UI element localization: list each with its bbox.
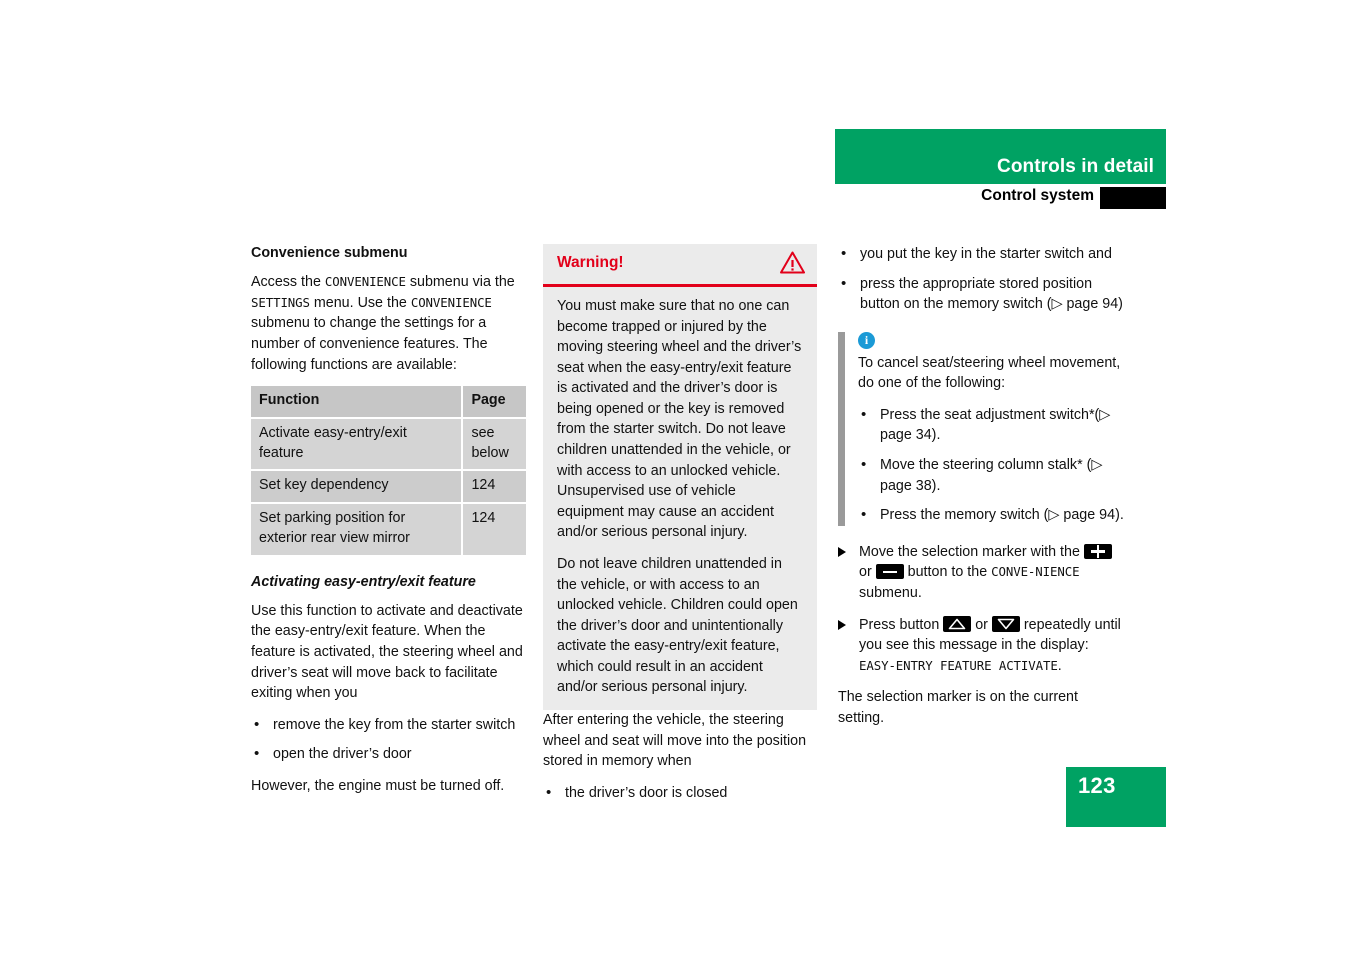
column-header-page: Page (461, 386, 526, 419)
intro-text-2: submenu via the (405, 274, 515, 291)
selection-marker-note: The selection marker is on the current s… (838, 689, 1078, 726)
step-move-selection-marker: Move the selection marker with the or bu… (838, 542, 1128, 604)
header-banner: Controls in detail (835, 129, 1166, 184)
down-arrow-button-icon (991, 615, 1020, 632)
info-side-bar (838, 331, 845, 526)
list-item: Move the steering column stalk* (▷ page … (858, 454, 1128, 496)
list-item: press the appropriate stored position bu… (838, 273, 1128, 315)
settings-menu-token: SETTINGS (251, 294, 310, 310)
step1-text-1: Move the selection marker with the (859, 543, 1084, 560)
warning-header: Warning! (543, 244, 817, 287)
warning-triangle-icon (780, 251, 805, 274)
list-item: open the driver’s door (251, 743, 526, 765)
info-circle-icon: i (858, 331, 875, 349)
display-message-token: EASY-ENTRY FEATURE ACTIVATE (859, 657, 1058, 673)
info-note-box: i To cancel seat/steering wheel movement… (838, 331, 1128, 526)
convenience-submenu-heading: Convenience submenu (251, 245, 408, 261)
activating-feature-heading: Activating easy-entry/exit feature (251, 573, 476, 590)
convenience-menu-token-2: CONVENIENCE (410, 294, 492, 310)
page-title: Controls in detail (997, 156, 1154, 177)
list-item: the driver’s door is closed (543, 782, 817, 804)
step-arrow-icon (838, 619, 846, 630)
step1-text-4: submenu. (859, 584, 922, 601)
table-header-row: Function Page (251, 386, 526, 419)
memory-recall-paragraph: After entering the vehicle, the steering… (543, 711, 807, 770)
step2-text-4: . (1057, 657, 1062, 674)
intro-text-1: Access the (251, 274, 325, 291)
engine-off-note: However, the engine must be turned off. (251, 777, 505, 794)
step2-text-2: or (971, 616, 992, 633)
table-row: Set parking position for exterior rear v… (251, 503, 526, 555)
warning-body: You must make sure that no one can becom… (543, 287, 817, 710)
table-row: Set key dependency 124 (251, 470, 526, 505)
step2-text-1: Press button (859, 616, 944, 633)
middle-column: Warning! You must make sure that no one … (543, 244, 817, 814)
section-subtitle: Control system (981, 187, 1094, 204)
cell-page: see below (461, 417, 526, 472)
step-press-button: Press button or repeatedly until you see… (838, 615, 1128, 677)
memory-recall-conditions-list: the driver’s door is closed (543, 782, 817, 804)
cell-function: Activate easy-entry/exit feature (251, 417, 463, 472)
warning-title: Warning! (557, 254, 624, 271)
left-column: Convenience submenu Access the CONVENIEN… (251, 244, 526, 796)
column-header-function: Function (251, 386, 463, 419)
activating-feature-body: Use this function to activate and deacti… (251, 602, 523, 702)
procedure-steps-list: Move the selection marker with the or bu… (838, 542, 1128, 676)
list-item: you put the key in the starter switch an… (838, 243, 1128, 265)
warning-paragraph-2: Do not leave children unattended in the … (557, 555, 798, 696)
manual-page: Controls in detail Control system Conven… (0, 0, 1351, 954)
subheader-row: Control system (835, 187, 1166, 209)
intro-text-4: submenu to change the settings for a num… (251, 315, 488, 373)
convenience-menu-token-1: CONVENIENCE (324, 274, 406, 290)
convenience-submenu-token: CONVE-NIENCE (991, 564, 1080, 580)
list-item: Press the memory switch (▷ page 94). (858, 504, 1128, 526)
minus-button-icon (875, 564, 904, 580)
step1-text-2: or (859, 564, 876, 581)
step1-text-3: button to the (903, 564, 992, 581)
info-intro-text: To cancel seat/steering wheel movement, … (858, 354, 1121, 392)
warning-box: Warning! You must make sure that no one … (543, 244, 817, 710)
activation-conditions-list: remove the key from the starter switch o… (251, 714, 526, 765)
page-number-value: 123 (1078, 773, 1116, 798)
cell-function: Set parking position for exterior rear v… (251, 503, 463, 555)
cancel-movement-options-list: Press the seat adjustment switch*(▷ page… (858, 404, 1128, 526)
list-item: Press the seat adjustment switch*(▷ page… (858, 404, 1128, 446)
cell-function: Set key dependency (251, 470, 463, 505)
function-page-table: Function Page Activate easy-entry/exit f… (251, 386, 526, 555)
step-arrow-icon (838, 546, 846, 557)
memory-recall-continued-list: you put the key in the starter switch an… (838, 243, 1128, 315)
up-arrow-button-icon (943, 615, 972, 632)
right-column: you put the key in the starter switch an… (838, 243, 1128, 728)
table-row: Activate easy-entry/exit feature see bel… (251, 417, 526, 472)
convenience-intro-paragraph: Access the CONVENIENCE submenu via the S… (251, 272, 526, 375)
warning-paragraph-1: You must make sure that no one can becom… (557, 298, 802, 541)
intro-text-3: menu. Use the (309, 294, 411, 311)
chapter-tab-marker (1100, 187, 1166, 209)
cell-page: 124 (461, 470, 526, 505)
plus-button-icon (1083, 543, 1112, 559)
cell-page: 124 (461, 503, 526, 555)
list-item: remove the key from the starter switch (251, 714, 526, 736)
page-number-badge: 123 (1066, 767, 1166, 827)
